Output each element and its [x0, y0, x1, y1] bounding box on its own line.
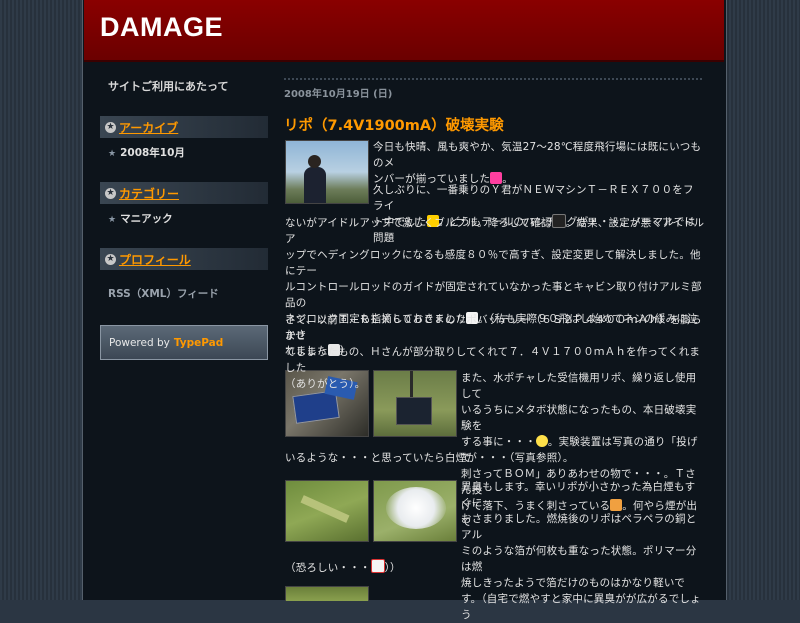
text-line: さて、以前Ｔ－ＲＥＸ６００ＣＦのリポバッテリー（６Ｓ２Ｐ４４００ｍＡｈ）を膨らま…: [285, 314, 702, 342]
sidebar: サイトご利用にあたって ★ アーカイブ ★ 2008年10月 ★ カテゴリー ★ マ…: [100, 78, 270, 360]
sidebar-heading-profile-link[interactable]: プロフィール: [119, 251, 191, 268]
sidebar-heading-category: ★ カテゴリー: [100, 182, 268, 204]
debris-shape: [300, 495, 350, 523]
star-circle-icon: ★: [105, 253, 116, 265]
sidebar-heading-category-link[interactable]: カテゴリー: [119, 185, 179, 202]
site-banner: DAMAGE: [84, 0, 724, 62]
scared-face-icon: [370, 559, 385, 573]
post-date: 2008年10月19日 (日): [284, 89, 393, 100]
text-line: 焼しきったようで箔だけのものはかなり軽いで: [461, 577, 685, 589]
sidebar-heading-profile: ★ プロフィール: [100, 248, 268, 270]
text-line: ルコントロールロッドのガイドが固定されていなかった事とキャビン取り付けアルミ部品…: [285, 281, 702, 309]
page-background-left: [0, 0, 82, 600]
text-line: いるような・・・と思っていたら白煙が・・・（写真参照）。: [285, 452, 574, 464]
powered-by-label: Powered by: [109, 336, 170, 349]
text-line: 今日も快晴、風も爽やか、気温27〜28℃程度飛行場には既にいつものメ: [373, 141, 702, 169]
text-line: ップでヘディングロックになるも感度８０％で高すぎ、設定変更して解決しました。他に…: [285, 249, 701, 277]
smoke-cloud: [386, 487, 446, 529]
person-figure: [304, 167, 326, 203]
text-line: おさまりました。燃焼後のリポはペラペラの銅とアル: [461, 513, 697, 541]
post-photo-smoke-2[interactable]: [373, 480, 457, 542]
post-paragraph-5-continued: （恐ろしい・・・ ））: [285, 559, 705, 576]
star-icon: ★: [108, 215, 117, 225]
text-segment: ））: [384, 562, 401, 574]
text-line: 久しぶりに、一番乗りのＹ君がＮＥＷマシンＴ－ＲＥＸ７００をフライ: [373, 184, 694, 212]
battery-shape: [396, 397, 432, 425]
text-line: いるうちにメタボ状態になったもの、本日破壊実験を: [461, 404, 697, 432]
post-title[interactable]: リポ（7.4V1900mA）破壊実験: [284, 114, 704, 135]
star-icon: ★: [108, 149, 117, 159]
post-photo-pilot[interactable]: [285, 140, 369, 204]
text-segment: （恐ろしい・・・: [285, 562, 371, 574]
sidebar-item-archive-month[interactable]: ★ 2008年10月: [108, 145, 270, 160]
page-background-right: [725, 0, 800, 600]
star-circle-icon: ★: [105, 187, 116, 199]
text-segment: する事に・・・: [461, 436, 536, 448]
text-line: また、水ポチャした受信機用リポ、繰り返し使用して: [461, 372, 697, 400]
post-photo-next[interactable]: [285, 586, 369, 601]
text-line: ないがアイドルアップで激しくブルブル。降ろして確認 。結果、設定が悪くアイドルア: [285, 214, 705, 247]
sidebar-item-label: 2008年10月: [120, 147, 185, 159]
sidebar-item-category-maniac[interactable]: ★ マニアック: [108, 211, 270, 226]
post-paragraph-4-continued: いるような・・・と思っていたら白煙が・・・（写真参照）。: [285, 450, 705, 466]
text-line: す。（自宅で燃やすと家中に異臭がが広がるでしょう: [461, 593, 701, 621]
divider: [284, 78, 702, 80]
powered-by-badge[interactable]: Powered by TypePad: [100, 325, 268, 360]
site-title[interactable]: DAMAGE: [100, 12, 223, 43]
sidebar-heading-archive: ★ アーカイブ: [100, 116, 268, 138]
powered-by-brand: TypePad: [173, 336, 224, 349]
main-content: 2008年10月19日 (日) リポ（7.4V1900mA）破壊実験: [284, 78, 704, 135]
text-line: （恐ろしい・・・ ））: [285, 559, 705, 576]
sidebar-heading-archive-link[interactable]: アーカイブ: [119, 119, 178, 136]
sidebar-link-about[interactable]: サイトご利用にあたって: [108, 78, 270, 94]
sidebar-item-label: マニアック: [120, 213, 173, 225]
lightbulb-icon: [535, 435, 548, 447]
star-circle-icon: ★: [105, 121, 116, 133]
text-segment: ないがアイドルアップで激しくブルブル。降ろして確認: [285, 217, 552, 229]
text-line: 異臭もします。幸いリポが小さかった為白煙もすぐに: [461, 481, 696, 509]
post-paragraph-5: 異臭もします。幸いリポが小さかった為白煙もすぐに おさまりました。燃焼後のリポは…: [461, 479, 705, 623]
eyes-icon: [551, 214, 566, 228]
person-head: [308, 155, 321, 168]
post-photo-smoke-1[interactable]: [285, 480, 369, 542]
rss-feed-link[interactable]: RSS（XML）フィード: [108, 286, 270, 301]
post-paragraph-1: 今日も快晴、風も爽やか、気温27〜28℃程度飛行場には既にいつものメ ンバーが揃…: [373, 139, 703, 187]
